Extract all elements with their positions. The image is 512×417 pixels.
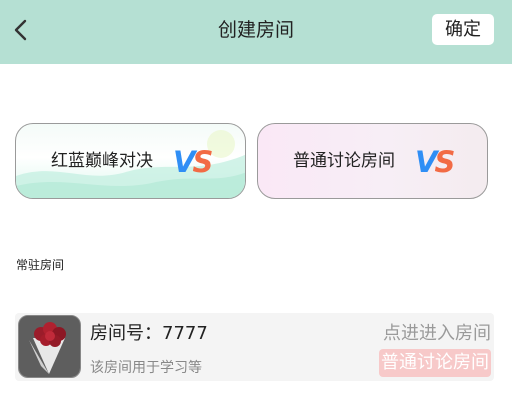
room-number: 房间号：7777 xyxy=(90,323,208,344)
top-bar: 创建房间 确定 xyxy=(0,0,512,64)
confirm-button[interactable]: 确定 xyxy=(432,14,494,45)
room-type-badge: 普通讨论房间 xyxy=(379,349,491,377)
mode-card-red-blue[interactable]: 红蓝巅峰对决 VS xyxy=(15,123,246,199)
section-title-resident-rooms: 常驻房间 xyxy=(16,258,65,272)
vs-icon: VS xyxy=(173,145,213,179)
vs-letter-s: S xyxy=(434,145,455,179)
room-thumbnail xyxy=(18,315,81,378)
mode-label: 红蓝巅峰对决 xyxy=(51,151,153,171)
vs-letter-v: V xyxy=(173,145,196,179)
enter-room-link[interactable]: 点进进入房间 xyxy=(383,319,491,345)
mode-card-normal-discussion[interactable]: 普通讨论房间 VS xyxy=(257,123,488,199)
vs-icon: VS xyxy=(415,145,455,179)
rose-bouquet-image xyxy=(19,316,80,377)
room-description: 该房间用于学习等 xyxy=(90,360,202,376)
vs-letter-v: V xyxy=(415,145,438,179)
room-list-item[interactable]: 房间号：7777 该房间用于学习等 点进进入房间 普通讨论房间 xyxy=(15,313,494,381)
mode-label: 普通讨论房间 xyxy=(293,151,395,171)
vs-letter-s: S xyxy=(192,145,213,179)
